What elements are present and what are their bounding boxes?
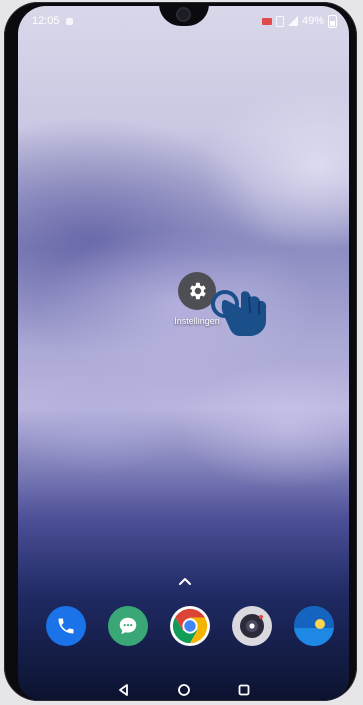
battery-percent: 49% (301, 15, 324, 27)
vibrate-icon (275, 15, 284, 27)
battery-icon (328, 14, 337, 28)
messages-icon (119, 617, 137, 635)
home-button[interactable] (174, 680, 194, 700)
back-button[interactable] (114, 680, 134, 700)
gear-icon (190, 282, 206, 300)
app-dock (18, 606, 349, 652)
cast-icon (261, 17, 272, 25)
status-time: 12:05 (32, 15, 60, 27)
phone-icon (58, 618, 74, 634)
phone-frame: 12:05 49% Instellingen (4, 2, 357, 701)
navigation-bar (18, 680, 349, 700)
phone-app-icon[interactable] (46, 606, 86, 646)
status-icons: 49% (261, 12, 337, 30)
camera-icon (240, 614, 264, 638)
status-bar: 12:05 49% (18, 12, 349, 30)
messages-app-icon[interactable] (108, 606, 148, 646)
weather-icon (294, 606, 334, 646)
home-screen: 12:05 49% Instellingen (18, 6, 349, 700)
back-icon (119, 684, 128, 696)
app-drawer-chevron-icon[interactable] (175, 574, 195, 588)
chrome-icon (172, 608, 208, 644)
signal-icon (287, 16, 298, 26)
notification-icon (66, 18, 73, 25)
recents-icon (238, 684, 250, 696)
weather-app-icon[interactable] (294, 606, 334, 646)
recents-button[interactable] (234, 680, 254, 700)
chrome-app-icon[interactable] (170, 606, 210, 646)
camera-app-icon[interactable] (232, 606, 272, 646)
tap-hand-icon (211, 290, 267, 336)
home-icon (178, 684, 190, 696)
